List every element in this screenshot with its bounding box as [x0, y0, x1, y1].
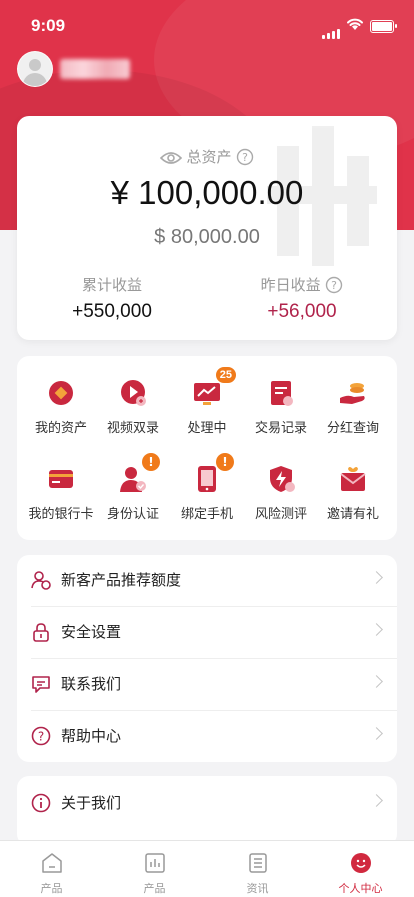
total-assets-usd: $ 80,000.00 [154, 226, 260, 248]
id-person-icon: ! [118, 453, 160, 494]
yesterday-earnings: 昨日收益 ? +56,000 [207, 274, 397, 323]
svg-text:?: ? [331, 279, 337, 292]
grid-item-transactions[interactable]: 交易记录 [243, 378, 319, 436]
cumulative-earnings-value: +550,000 [72, 301, 152, 322]
video-play-icon [118, 378, 148, 408]
about-menu: 关于我们 [17, 776, 397, 846]
total-assets-label: 总资产 [186, 148, 232, 166]
home-icon [41, 853, 62, 873]
avatar-head [29, 59, 41, 71]
tab-profile[interactable]: 个人中心 [309, 841, 412, 897]
bottom-tab-bar: 产品 产品 资讯 个人中心 [0, 840, 414, 897]
news-icon [248, 853, 267, 873]
hand-coins-icon [338, 378, 368, 408]
username-blurred [60, 59, 130, 79]
yesterday-earnings-value: +56,000 [267, 301, 337, 322]
tab-label: 产品 [40, 882, 63, 895]
menu-label: 联系我们 [61, 675, 122, 693]
tab-label: 资讯 [246, 882, 269, 895]
grid-item-dividends[interactable]: 分红查询 [315, 378, 391, 436]
asset-card: 总资产 ? ¥ 100,000.00 $ 80,000.00 累计收益 +550… [17, 116, 397, 340]
cumulative-earnings-label: 累计收益 [81, 276, 142, 294]
yesterday-earnings-label: 昨日收益 ? [207, 274, 397, 295]
menu-label: 安全设置 [61, 623, 122, 641]
grid-label: 处理中 [187, 421, 227, 436]
status-time: 9:09 [31, 16, 66, 35]
gift-envelope-icon [338, 464, 368, 494]
yesterday-earnings-text: 昨日收益 [260, 276, 321, 294]
avatar-body [23, 73, 47, 86]
menu-item-new-customer-quota[interactable]: 新客产品推荐额度 [31, 555, 397, 607]
status-bar: 9:09 [0, 0, 414, 50]
lock-icon [33, 623, 49, 642]
shield-bolt-icon [266, 464, 296, 494]
total-assets-value: ¥ 100,000.00 [110, 174, 304, 211]
settings-menu: 新客产品推荐额度 安全设置 联系我们 ? 帮助中心 [17, 555, 397, 762]
identity-alert-badge: ! [142, 453, 160, 471]
menu-item-security-settings[interactable]: 安全设置 [31, 607, 397, 659]
user-coin-icon [31, 571, 51, 590]
battery-icon [370, 20, 394, 33]
grid-label: 我的银行卡 [28, 507, 94, 522]
signal-icon [322, 20, 342, 39]
grid-item-video-record[interactable]: 视频双录 [95, 378, 171, 436]
help-icon: ? [31, 726, 51, 746]
svg-text:?: ? [38, 730, 44, 744]
bar-chart-icon [144, 853, 165, 873]
chevron-right-icon [370, 794, 383, 807]
chevron-right-icon [370, 727, 383, 740]
menu-item-help-center[interactable]: ? 帮助中心 [31, 711, 397, 762]
chevron-right-icon [370, 675, 383, 688]
help-circle-icon[interactable]: ? [325, 276, 343, 294]
processing-count-badge: 25 [215, 367, 236, 383]
grid-label: 邀请有礼 [326, 507, 379, 522]
grid-item-my-assets[interactable]: 我的资产 [23, 378, 99, 436]
phone-icon: ! [192, 453, 234, 494]
message-icon [32, 676, 50, 693]
wifi-icon [347, 18, 363, 30]
coin-icon [46, 378, 76, 408]
avatar[interactable] [17, 51, 53, 87]
grid-label: 身份认证 [106, 507, 159, 522]
grid-label: 交易记录 [254, 421, 307, 436]
profile-icon [350, 853, 371, 873]
grid-item-bind-phone[interactable]: ! 绑定手机 [169, 453, 245, 522]
menu-label: 关于我们 [61, 794, 122, 812]
menu-item-about-us[interactable]: 关于我们 [31, 778, 397, 829]
tab-home[interactable]: 产品 [0, 841, 103, 897]
menu-label: 新客产品推荐额度 [61, 571, 182, 589]
grid-label: 视频双录 [106, 421, 159, 436]
bank-card-icon [46, 464, 76, 494]
grid-label: 我的资产 [34, 421, 87, 436]
menu-item-contact-us[interactable]: 联系我们 [31, 659, 397, 711]
quick-actions-grid: 我的资产 视频双录 25 处理中 交易记录 分红查询 我的银行卡 ! 身份认证 … [17, 356, 397, 540]
grid-item-risk-assessment[interactable]: 风险测评 [243, 464, 319, 522]
info-icon [31, 793, 51, 813]
chart-monitor-icon: 25 [192, 367, 236, 408]
help-circle-icon[interactable]: ? [236, 148, 254, 166]
tab-news[interactable]: 资讯 [206, 841, 309, 897]
cumulative-earnings: 累计收益 +550,000 [17, 274, 207, 323]
battery-cap [395, 24, 397, 28]
document-icon [266, 378, 296, 408]
grid-label: 风险测评 [254, 507, 307, 522]
total-assets-title: 总资产 ? [17, 146, 397, 167]
grid-item-bank-card[interactable]: 我的银行卡 [23, 464, 99, 522]
svg-text:?: ? [242, 151, 248, 164]
grid-label: 绑定手机 [180, 507, 233, 522]
tab-label: 个人中心 [338, 882, 383, 895]
eye-icon[interactable] [159, 150, 182, 166]
tab-products[interactable]: 产品 [103, 841, 206, 897]
phone-alert-badge: ! [216, 453, 234, 471]
menu-label: 帮助中心 [61, 727, 122, 745]
grid-item-processing[interactable]: 25 处理中 [169, 367, 245, 436]
chevron-right-icon [370, 571, 383, 584]
grid-item-invite[interactable]: 邀请有礼 [315, 464, 391, 522]
grid-label: 分红查询 [326, 421, 379, 436]
chevron-right-icon [370, 623, 383, 636]
tab-label: 产品 [143, 882, 166, 895]
grid-item-identity[interactable]: ! 身份认证 [95, 453, 171, 522]
